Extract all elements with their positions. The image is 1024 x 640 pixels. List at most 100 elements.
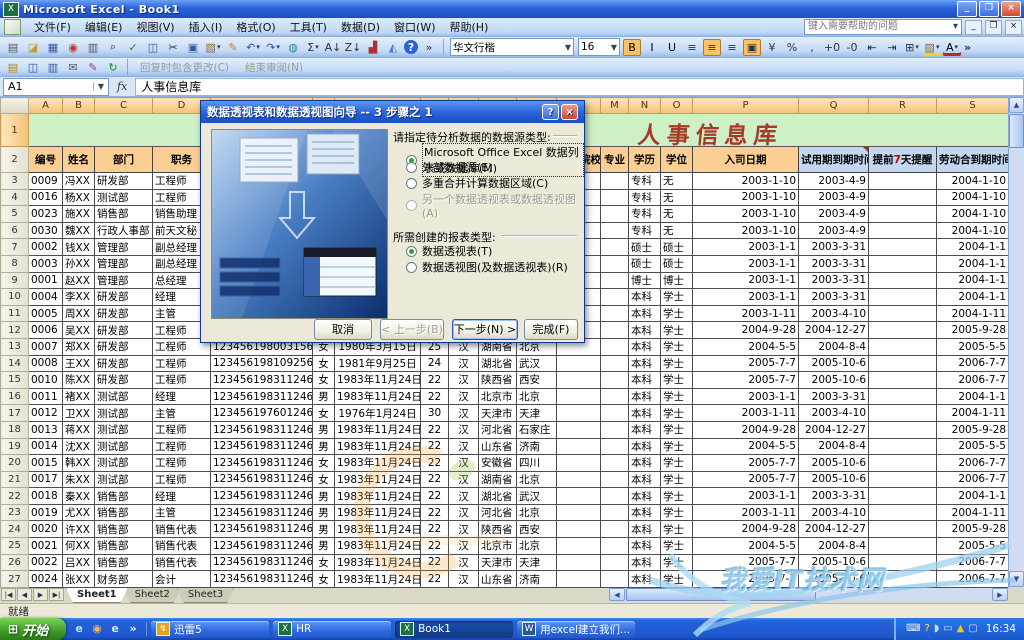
cell[interactable]: 女	[312, 454, 335, 472]
radio-option[interactable]: 另一个数据透视表或数据透视图(A)	[406, 191, 584, 220]
cell[interactable]: 学士	[660, 570, 693, 588]
cell[interactable]: 2004-1-1	[936, 254, 1009, 273]
cell[interactable]: 学士	[660, 537, 693, 555]
column-header[interactable]: S	[936, 97, 1009, 114]
cell[interactable]: 0019	[28, 503, 63, 522]
cancel-button[interactable]: 取消	[314, 319, 372, 340]
cell[interactable]	[868, 172, 937, 190]
cell[interactable]: 2005-10-6	[798, 354, 869, 373]
cell[interactable]: 男	[312, 520, 335, 539]
cell[interactable]: 2003-1-1	[692, 487, 799, 505]
merge-center-icon[interactable]: ▣	[743, 38, 761, 56]
menu-item[interactable]: 视图(V)	[129, 17, 181, 37]
column-header[interactable]: A	[28, 97, 63, 114]
cell[interactable]: 武汉	[516, 354, 557, 373]
cell[interactable]: 赵XX	[62, 271, 95, 290]
cell[interactable]: 销售部	[94, 205, 153, 223]
decrease-decimal-icon[interactable]: -0	[843, 39, 861, 56]
cell[interactable]	[600, 321, 629, 339]
cell[interactable]: 管理部	[94, 254, 153, 273]
cell[interactable]: 无	[660, 188, 693, 207]
cell[interactable]	[868, 520, 937, 539]
cell[interactable]: 测试部	[94, 188, 153, 207]
cell[interactable]: 女	[312, 354, 335, 373]
paste-icon[interactable]: ▧ ▾	[204, 39, 222, 56]
cell[interactable]	[556, 437, 601, 456]
cell[interactable]	[868, 271, 937, 290]
cell[interactable]	[868, 553, 937, 572]
cell[interactable]	[556, 420, 601, 439]
cell[interactable]: 2004-8-4	[798, 537, 869, 555]
cell[interactable]: 测试部	[94, 387, 153, 406]
cell[interactable]: 本科	[628, 520, 661, 539]
cell[interactable]: 北京	[516, 470, 557, 489]
radio-icon[interactable]	[406, 177, 417, 189]
keyboard-icon[interactable]: ⌨	[906, 622, 920, 636]
copy-icon[interactable]: ▣	[184, 39, 202, 56]
cell[interactable]: 无	[660, 205, 693, 223]
cell[interactable]: 2004-1-1	[936, 487, 1009, 505]
tab-scroll-icon[interactable]: ▶	[33, 588, 48, 601]
cell[interactable]: 魏XX	[62, 221, 95, 240]
cell[interactable]: 0001	[28, 271, 63, 290]
tab-scroll-icon[interactable]: ▶|	[49, 588, 64, 601]
cell[interactable]	[600, 172, 629, 190]
cell[interactable]: 天津市	[478, 553, 517, 572]
cell[interactable]	[868, 321, 937, 339]
cell[interactable]: 2004-9-28	[692, 420, 799, 439]
cell[interactable]: 2004-12-27	[798, 420, 869, 439]
cell[interactable]: 女	[312, 371, 335, 389]
cell[interactable]	[600, 337, 629, 356]
cell[interactable]: 汉	[448, 570, 479, 588]
help-icon[interactable]: ?	[404, 40, 418, 54]
cell[interactable]: 硕士	[660, 254, 693, 273]
cell[interactable]: 吕XX	[62, 553, 95, 572]
cell[interactable]: 2005-7-7	[692, 470, 799, 489]
header-cell[interactable]: 姓名	[62, 146, 95, 173]
reply-with-changes-button[interactable]: 回复时包含更改(C)	[132, 60, 237, 75]
row-header[interactable]: 23	[0, 503, 29, 522]
column-header[interactable]: B	[62, 97, 95, 114]
cell[interactable]: 财务部	[94, 570, 153, 588]
row-header[interactable]: 14	[0, 354, 29, 373]
chart-wizard-icon[interactable]: ▟	[364, 39, 382, 56]
cell[interactable]: 2006-7-7	[936, 454, 1009, 472]
row-header[interactable]: 17	[0, 404, 29, 422]
print-preview-icon[interactable]: ⌕	[104, 39, 122, 56]
cell[interactable]: 汉	[448, 503, 479, 522]
cell[interactable]: 2005-7-7	[692, 454, 799, 472]
row-header[interactable]: 12	[0, 321, 29, 339]
cell[interactable]: 本科	[628, 454, 661, 472]
cell[interactable]: 0009	[28, 172, 63, 190]
cell[interactable]: 22	[420, 454, 449, 472]
cell[interactable]: 工程师	[152, 354, 211, 373]
sheet-tab[interactable]: Sheet2	[124, 588, 181, 603]
cell[interactable]: 30	[420, 404, 449, 422]
row-header[interactable]: 21	[0, 470, 29, 489]
cell[interactable]: 12345619831124672j	[210, 470, 313, 489]
cell[interactable]: 2004-5-5	[692, 537, 799, 555]
menu-item[interactable]: 工具(T)	[283, 17, 334, 37]
cell[interactable]: 行政人事部	[94, 221, 153, 240]
italic-icon[interactable]: I	[643, 39, 661, 56]
cell[interactable]: 12345619810925678h	[210, 354, 313, 373]
cell[interactable]: 1983年11月24日	[334, 420, 421, 439]
cell[interactable]: 2005-5-5	[936, 337, 1009, 356]
cell[interactable]: 销售代表	[152, 553, 211, 572]
cell[interactable]: 孙XX	[62, 254, 95, 273]
cell[interactable]: 2005-7-7	[692, 553, 799, 572]
cell[interactable]	[868, 205, 937, 223]
cell[interactable]: 0012	[28, 404, 63, 422]
cell[interactable]: 朱XX	[62, 470, 95, 489]
cell[interactable]: 北京	[516, 537, 557, 555]
cell[interactable]: 1983年11月24日	[334, 487, 421, 505]
cell[interactable]	[868, 238, 937, 256]
cell[interactable]: 汉	[448, 520, 479, 539]
cell[interactable]: 张XX	[62, 570, 95, 588]
column-header[interactable]: C	[94, 97, 153, 114]
cell[interactable]: 何XX	[62, 537, 95, 555]
cell[interactable]: 0011	[28, 387, 63, 406]
cell[interactable]: 学士	[660, 454, 693, 472]
cell[interactable]: 1983年11月24日	[334, 537, 421, 555]
cell[interactable]: 0023	[28, 205, 63, 223]
